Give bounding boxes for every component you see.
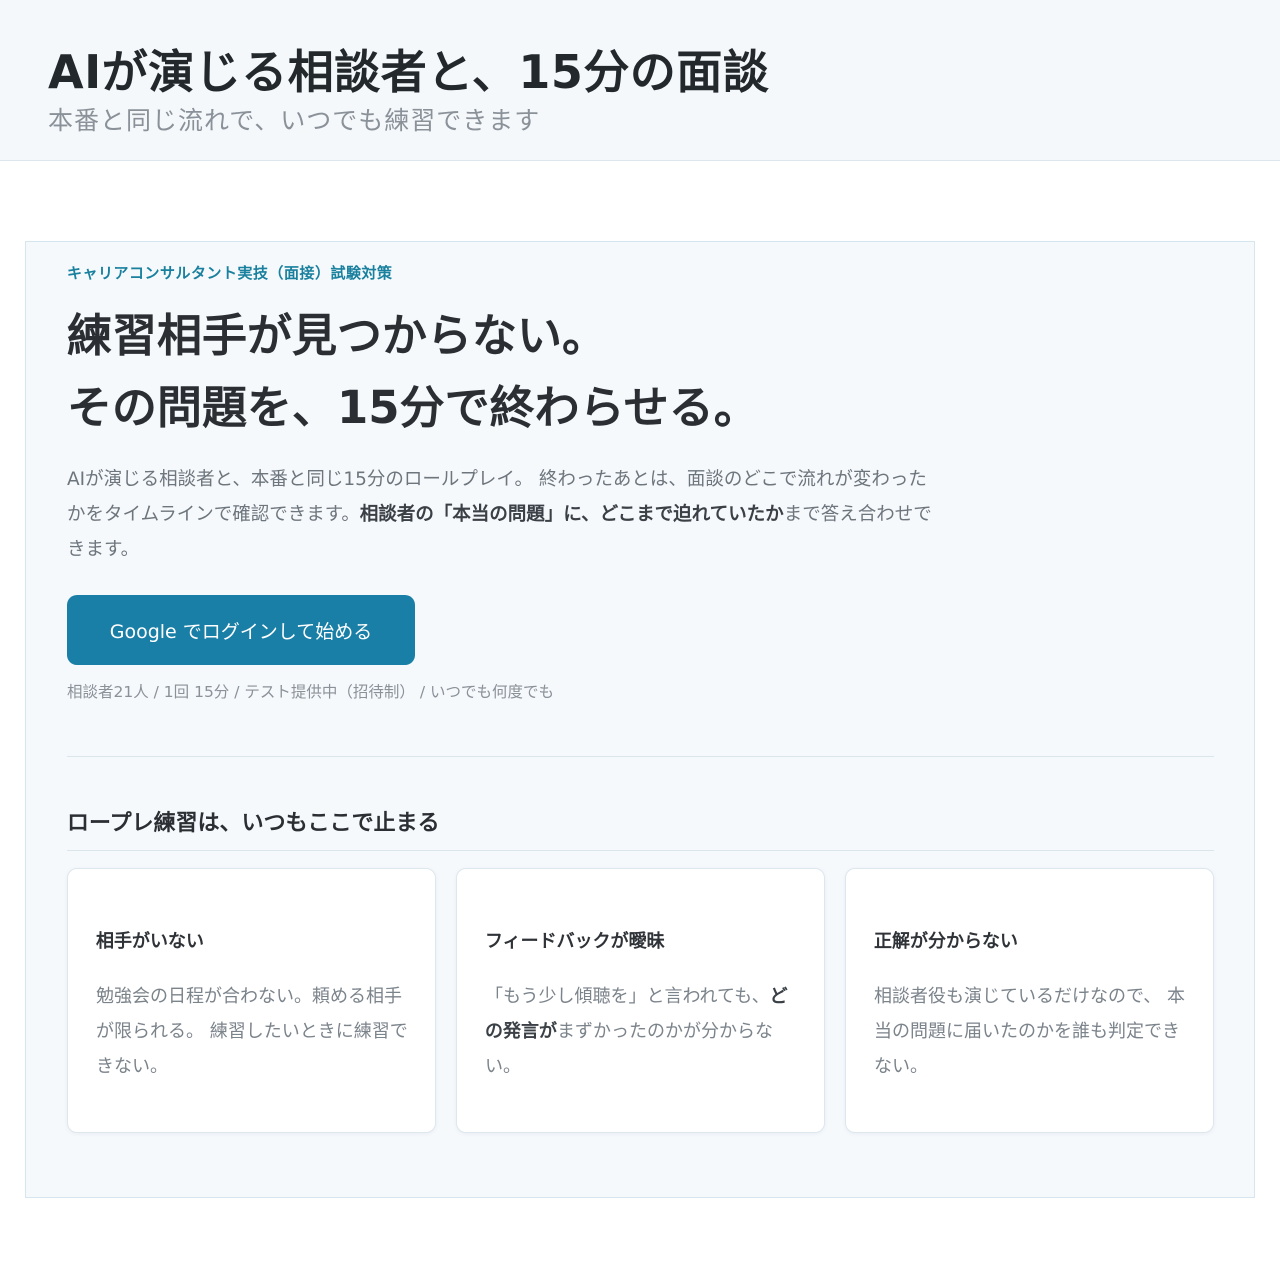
problem-card: 正解が分からない 相談者役も演じているだけなので、 本当の問題に届いたのかを誰も… [845,868,1214,1133]
problem-card: 相手がいない 勉強会の日程が合わない。頼める相手が限られる。 練習したいときに練… [67,868,436,1133]
problem-card-title: フィードバックが曖昧 [485,931,665,952]
hero-headline: 練習相手が見つからない。 その問題を、15分で終わらせる。 [67,300,759,444]
hero-description: AIが演じる相談者と、本番と同じ15分のロールプレイ。 終わったあとは、面談のど… [67,462,937,567]
problems-section-title: ロープレ練習は、いつもここで止まる [67,811,440,836]
problem-card-text: 「もう少し傾聴を」と言われても、 [485,986,770,1007]
problem-card-text: 相談者役も演じているだけなので、 本当の問題に届いたのかを誰も判定できない。 [874,986,1185,1077]
page-header: AIが演じる相談者と、15分の面談 本番と同じ流れで、いつでも練習できます [0,0,1280,161]
problem-cards: 相手がいない 勉強会の日程が合わない。頼める相手が限られる。 練習したいときに練… [67,868,1214,1133]
problem-card-body: 「もう少し傾聴を」と言われても、どの発言がまずかったのかが分からない。 [485,979,805,1084]
section-title-divider [67,850,1214,851]
hero-eyebrow: キャリアコンサルタント実技（面接）試験対策 [67,264,393,282]
service-meta: 相談者21人 / 1回 15分 / テスト提供中（招待制） / いつでも何度でも [67,683,554,701]
problem-card-body: 勉強会の日程が合わない。頼める相手が限られる。 練習したいときに練習できない。 [96,979,416,1084]
problem-card-title: 相手がいない [96,931,204,952]
hero-headline-line2: その問題を、15分で終わらせる。 [67,381,759,434]
page-subtitle: 本番と同じ流れで、いつでも練習できます [48,106,541,135]
hero-panel: キャリアコンサルタント実技（面接）試験対策 練習相手が見つからない。 その問題を… [25,241,1255,1198]
google-login-button[interactable]: Google でログインして始める [67,595,415,665]
problem-card: フィードバックが曖昧 「もう少し傾聴を」と言われても、どの発言がまずかったのかが… [456,868,825,1133]
hero-description-emphasis: 相談者の「本当の問題」に、どこまで迫れていたか [359,504,784,525]
problem-card-text: 勉強会の日程が合わない。頼める相手が限られる。 練習したいときに練習できない。 [96,986,408,1077]
problem-card-title: 正解が分からない [874,931,1018,952]
section-divider [67,756,1214,757]
problem-card-body: 相談者役も演じているだけなので、 本当の問題に届いたのかを誰も判定できない。 [874,979,1194,1084]
hero-headline-line1: 練習相手が見つからない。 [67,309,608,362]
page-title: AIが演じる相談者と、15分の面談 [48,45,770,99]
